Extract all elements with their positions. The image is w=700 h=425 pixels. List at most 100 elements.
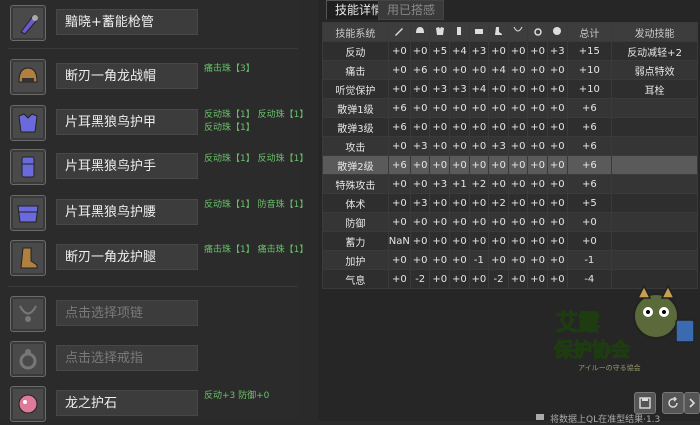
skill-value: +0 [527, 98, 548, 118]
skill-total: +6 [566, 117, 613, 137]
equipment-name[interactable]: 点击选择戒指 [56, 345, 198, 371]
skill-value: +3 [546, 41, 568, 61]
refresh-button[interactable] [662, 392, 684, 414]
gauntlet-icon[interactable] [10, 149, 46, 185]
next-button[interactable] [684, 392, 700, 414]
equipment-name[interactable]: 片耳黑狼鸟护腰 [56, 199, 198, 225]
equipment-slot[interactable]: 黯晓+蓄能枪管 [8, 5, 298, 41]
skill-value: +3 [409, 193, 431, 213]
equipment-name[interactable]: 龙之护石 [56, 390, 198, 416]
ring-icon[interactable] [10, 341, 46, 377]
skill-value: +0 [527, 269, 548, 289]
equipment-slot[interactable]: 片耳黑狼鸟护手 反动珠【1】 反动珠【1】 [8, 149, 308, 185]
skill-total: +0 [566, 212, 613, 232]
skill-value: +0 [507, 60, 529, 80]
equipment-slot[interactable]: 点击选择戒指 [8, 341, 298, 377]
skill-value: +0 [507, 41, 529, 61]
decoration-item: 反动珠【1】 反动珠【1】 [204, 154, 309, 164]
table-row[interactable]: 痛击 +0 +6 +0 +0 +0 +4 +0 +0 +0 +10 弱点特效 [322, 60, 698, 80]
activated-skill [611, 155, 698, 175]
skill-value: +0 [449, 231, 470, 251]
skill-value: +0 [507, 231, 529, 251]
decoration-item: 痛击珠【3】 [204, 64, 255, 74]
skill-value: +0 [468, 136, 490, 156]
header-chest-icon [429, 22, 451, 42]
skill-value: +0 [546, 98, 568, 118]
tab-saved[interactable]: 用已搭感 [378, 0, 445, 20]
logo-line2: 保护协会 [553, 338, 630, 361]
skill-name: 散弹1级 [322, 98, 389, 118]
equipment-name[interactable]: 片耳黑狼鸟护甲 [56, 109, 198, 135]
helmet-icon[interactable] [10, 59, 46, 95]
equipment-name[interactable]: 点击选择项链 [56, 300, 198, 326]
table-row[interactable]: 特殊攻击 +0 +0 +3 +1 +2 +0 +0 +0 +0 +6 [322, 174, 698, 194]
skill-value: +2 [468, 174, 490, 194]
header-charm-icon [546, 22, 568, 42]
header-ring-icon [527, 22, 548, 42]
equipment-name[interactable]: 片耳黑狼鸟护手 [56, 153, 198, 179]
skill-name: 防御 [322, 212, 389, 232]
skill-value: -1 [468, 250, 490, 270]
skill-value: +0 [387, 250, 411, 270]
equipment-slot[interactable]: 点击选择项链 [8, 296, 298, 332]
charm-icon[interactable] [10, 386, 46, 422]
skill-total: +6 [566, 136, 613, 156]
skill-value: +0 [507, 212, 529, 232]
header-total: 总计 [566, 22, 613, 42]
equipment-name[interactable]: 断刃一角龙战帽 [56, 63, 198, 89]
equipment-slot[interactable]: 片耳黑狼鸟护腰 反动珠【1】 防音珠【1】 [8, 195, 308, 231]
skill-value: +0 [527, 174, 548, 194]
skill-name: 散弹3级 [322, 117, 389, 137]
table-row[interactable]: 散弹3级 +6 +0 +0 +0 +0 +0 +0 +0 +0 +6 [322, 117, 698, 137]
save-button[interactable] [634, 392, 656, 414]
waist-armor-icon[interactable] [10, 195, 46, 231]
skill-value: +0 [387, 269, 411, 289]
skill-value: +0 [546, 250, 568, 270]
skill-value: +0 [409, 41, 431, 61]
skill-value: +0 [546, 193, 568, 213]
table-row[interactable]: 散弹2级 +6 +0 +0 +0 +0 +0 +0 +0 +0 +6 [322, 155, 698, 175]
equipment-name[interactable]: 断刃一角龙护腿 [56, 244, 198, 270]
equipment-slot[interactable]: 片耳黑狼鸟护甲 反动珠【1】 反动珠【1】 反动珠【1】 [8, 105, 308, 141]
activated-skill [611, 136, 698, 156]
table-row[interactable]: 蓄力 NaN +0 +0 +0 +0 +0 +0 +0 +0 +0 [322, 231, 698, 251]
equipment-name[interactable]: 黯晓+蓄能枪管 [56, 9, 198, 35]
skill-value: +0 [449, 136, 470, 156]
arms-icon [457, 26, 462, 35]
equipment-slot[interactable]: 断刃一角龙护腿 痛击珠【1】 痛击珠【1】 [8, 240, 308, 276]
skill-value: +0 [527, 212, 548, 232]
skill-value: +4 [468, 79, 490, 99]
airou-protection-logo: 艾露 保护协会 アイルーの守る協会 [548, 282, 698, 378]
table-row[interactable]: 防御 +0 +0 +0 +0 +0 +0 +0 +0 +0 +0 [322, 212, 698, 232]
table-row[interactable]: 加护 +0 +0 +0 +0 -1 +0 +0 +0 +0 -1 [322, 250, 698, 270]
skill-value: +0 [527, 136, 548, 156]
skill-value: +0 [488, 212, 509, 232]
boots-icon[interactable] [10, 240, 46, 276]
skill-value: +0 [546, 212, 568, 232]
table-row[interactable]: 散弹1级 +6 +0 +0 +0 +0 +0 +0 +0 +0 +6 [322, 98, 698, 118]
table-row[interactable]: 攻击 +0 +3 +0 +0 +0 +3 +0 +0 +0 +6 [322, 136, 698, 156]
skill-value: +0 [387, 41, 411, 61]
header-weapon-icon [387, 22, 411, 42]
table-row[interactable]: 听觉保护 +0 +0 +3 +3 +4 +0 +0 +0 +0 +10 耳栓 [322, 79, 698, 99]
skill-value: +0 [409, 250, 431, 270]
equipment-slot[interactable]: 龙之护石 反动+3 防御+0 [8, 386, 298, 422]
skill-name: 散弹2级 [322, 155, 389, 175]
gunlance-barrel-icon[interactable] [10, 5, 46, 41]
logo-line1: 艾露 [556, 310, 601, 335]
necklace-icon[interactable] [10, 296, 46, 332]
skill-value: +0 [507, 136, 529, 156]
skill-value: +0 [527, 60, 548, 80]
table-row[interactable]: 反动 +0 +0 +5 +4 +3 +0 +0 +0 +3 +15 反动减轻+2 [322, 41, 698, 61]
header-necklace-icon [507, 22, 529, 42]
chest-armor-icon[interactable] [10, 105, 46, 141]
skill-value: +0 [449, 212, 470, 232]
skill-value: +0 [468, 98, 490, 118]
equipment-slot[interactable]: 断刃一角龙战帽 痛击珠【3】 [8, 59, 298, 95]
skill-name: 气息 [322, 269, 389, 289]
skill-value: +0 [449, 269, 470, 289]
table-row[interactable]: 体术 +0 +3 +0 +0 +0 +2 +0 +0 +0 +5 [322, 193, 698, 213]
skill-value: +0 [409, 231, 431, 251]
skill-name: 听觉保护 [322, 79, 389, 99]
skill-value: +0 [468, 117, 490, 137]
